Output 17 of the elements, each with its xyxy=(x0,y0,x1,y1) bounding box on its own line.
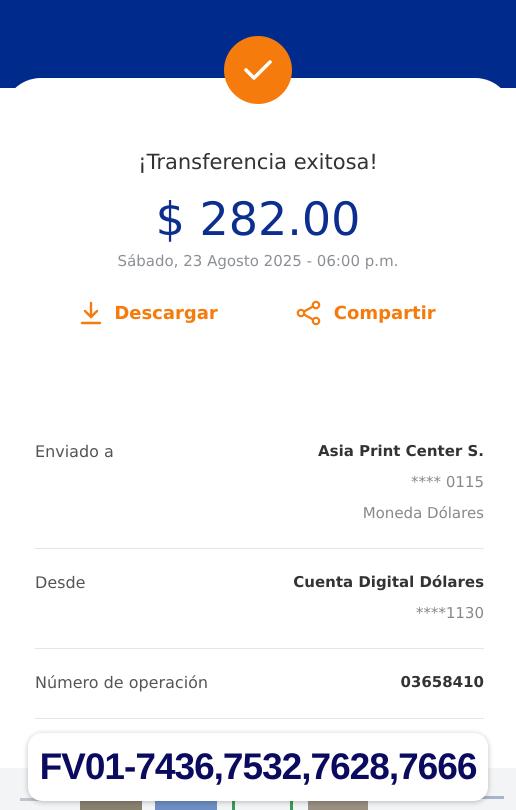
download-button[interactable]: Descargar xyxy=(76,296,222,330)
detail-value: Cuenta Digital Dólares xyxy=(293,573,484,591)
detail-label: Número de operación xyxy=(35,673,208,692)
detail-value: 03658410 xyxy=(400,673,484,691)
download-icon xyxy=(80,301,102,325)
amount: $ 282.00 xyxy=(156,192,360,246)
success-title: ¡Transferencia exitosa! xyxy=(138,150,378,174)
date-text: Sábado, 23 Agosto 2025 - 06:00 p.m. xyxy=(118,252,398,270)
detail-value: Asia Print Center S. xyxy=(318,442,484,460)
detail-value: Moneda Dólares xyxy=(362,504,484,522)
detail-label: Desde xyxy=(35,573,86,594)
share-button[interactable]: Compartir xyxy=(292,296,440,330)
detail-value: ****1130 xyxy=(416,604,484,622)
detail-value: **** 0115 xyxy=(411,473,484,491)
detail-label: Enviado a xyxy=(35,442,114,463)
share-icon xyxy=(296,300,322,326)
invoice-number-label: FV01-7436,7532,7628,7666 xyxy=(28,733,488,801)
